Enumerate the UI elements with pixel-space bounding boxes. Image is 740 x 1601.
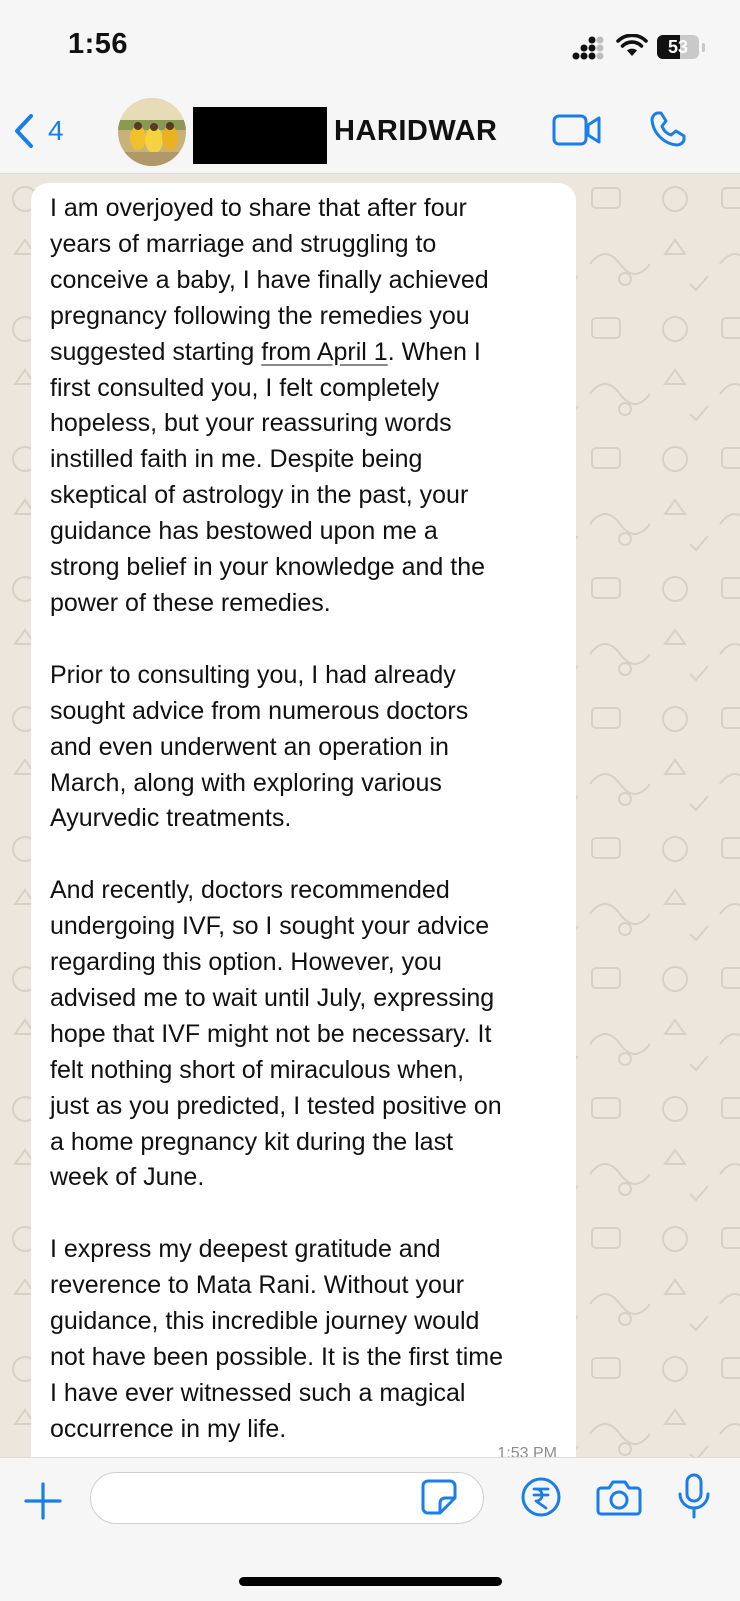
battery-level: 53 bbox=[667, 37, 689, 57]
chevron-left-icon bbox=[15, 114, 33, 148]
payment-rupee-icon[interactable] bbox=[520, 1476, 562, 1518]
camera-icon[interactable] bbox=[596, 1478, 642, 1516]
message-text-part: . When I first consulted you, I felt com… bbox=[50, 337, 504, 1443]
input-bar bbox=[0, 1457, 740, 1601]
wifi-icon bbox=[616, 34, 648, 56]
sticker-icon[interactable] bbox=[420, 1478, 458, 1516]
unread-count: 4 bbox=[48, 115, 64, 146]
message-timestamp: 1:53 PM bbox=[497, 1445, 557, 1457]
battery-icon: 53 bbox=[657, 35, 699, 59]
home-indicator bbox=[239, 1577, 502, 1586]
video-call-icon[interactable] bbox=[552, 113, 602, 147]
chat-header: 4 HARIDWAR bbox=[0, 95, 740, 174]
contact-name[interactable]: HARIDWAR bbox=[334, 115, 498, 148]
redacted-name bbox=[193, 107, 327, 164]
date-link[interactable]: from April 1 bbox=[261, 338, 387, 366]
message-text: I am overjoyed to share that after four … bbox=[50, 191, 560, 1448]
chat-area[interactable]: I am overjoyed to share that after four … bbox=[0, 174, 740, 1457]
status-bar: 1:56 53 bbox=[0, 0, 740, 95]
cellular-signal-icon bbox=[572, 36, 604, 60]
avatar[interactable] bbox=[118, 98, 186, 166]
microphone-icon[interactable] bbox=[676, 1472, 712, 1520]
voice-call-icon[interactable] bbox=[648, 109, 688, 149]
back-button[interactable]: 4 bbox=[14, 109, 64, 153]
message-input[interactable] bbox=[90, 1472, 484, 1524]
avatar-photo bbox=[118, 98, 186, 166]
plus-icon[interactable] bbox=[22, 1480, 64, 1522]
battery-tip bbox=[702, 43, 705, 52]
status-time: 1:56 bbox=[68, 28, 129, 60]
message-bubble[interactable]: I am overjoyed to share that after four … bbox=[31, 183, 576, 1457]
